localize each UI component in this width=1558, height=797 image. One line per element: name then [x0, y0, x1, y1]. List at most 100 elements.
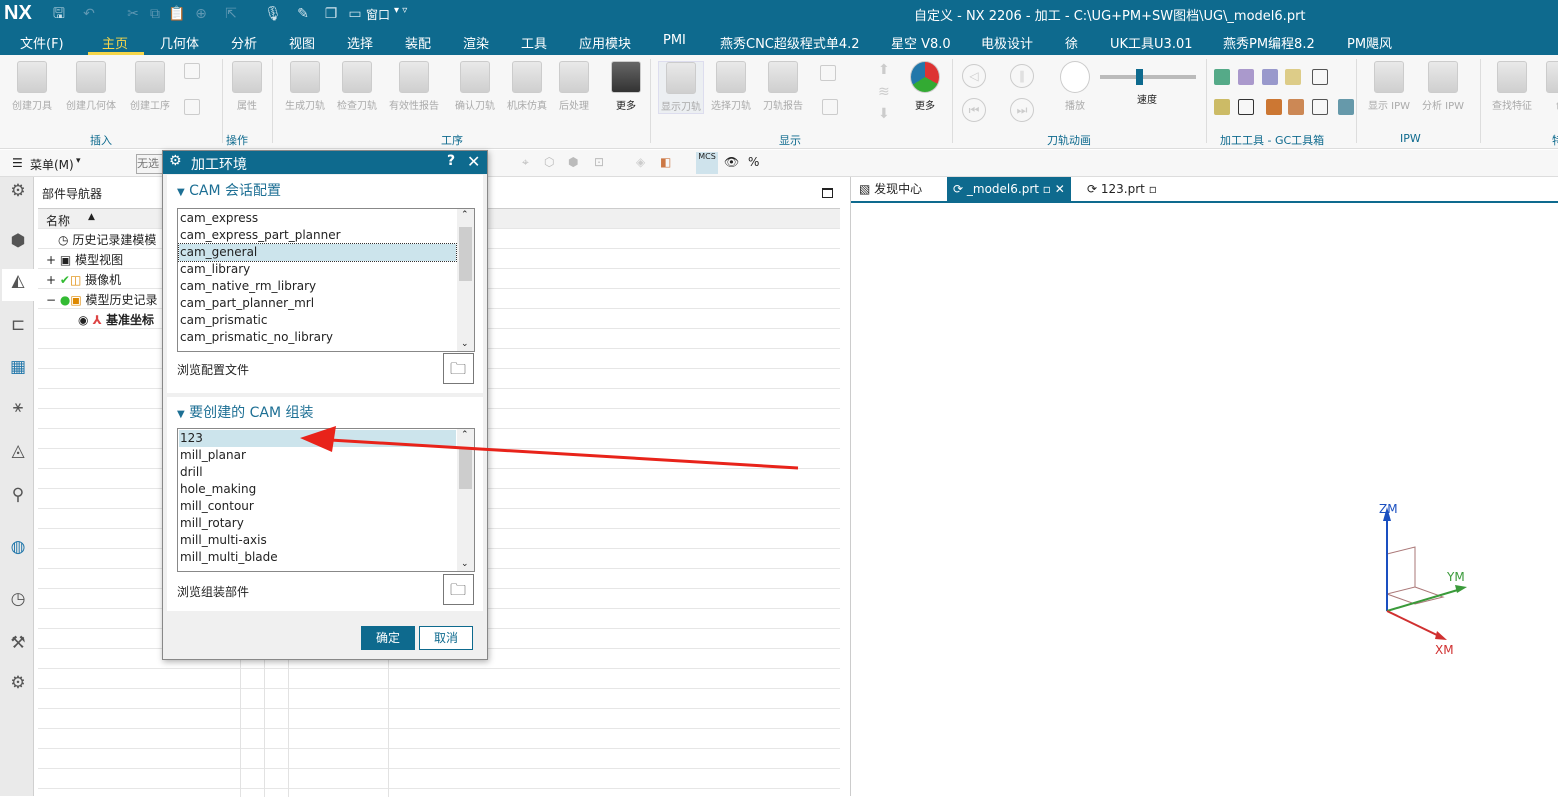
- expand-icon[interactable]: +: [46, 273, 56, 287]
- menu-tools[interactable]: 工具: [521, 33, 547, 52]
- tab-123[interactable]: ⟳ 123.prt ▫: [1081, 177, 1163, 201]
- menu-yanxiu-cnc[interactable]: 燕秀CNC超级程式单4.2: [720, 33, 860, 52]
- cut-icon[interactable]: ✂: [124, 5, 142, 23]
- speed-slider[interactable]: [1100, 69, 1196, 85]
- select-toolpath-button[interactable]: 选择刀轨: [711, 61, 751, 112]
- scrollbar[interactable]: ⌃ ⌄: [457, 429, 474, 571]
- group-display[interactable]: 显示: [779, 132, 801, 148]
- menu-xu[interactable]: 徐: [1065, 33, 1078, 52]
- gc-list-icon[interactable]: [1262, 69, 1278, 85]
- postprocess-button[interactable]: 后处理: [559, 61, 589, 112]
- table-row[interactable]: [38, 749, 840, 769]
- column-name-header[interactable]: 名称: [46, 212, 70, 229]
- menu-xingkong[interactable]: 星空 V8.0: [891, 33, 951, 52]
- list-item[interactable]: mill_multi_blade: [179, 549, 456, 566]
- gc-check-icon[interactable]: [1214, 69, 1230, 85]
- gc-export-icon[interactable]: [1338, 99, 1354, 115]
- menu-select[interactable]: 选择: [347, 33, 373, 52]
- wireframe-cube-icon[interactable]: ◧: [660, 155, 671, 169]
- constraint-navigator-icon[interactable]: ⚹: [6, 395, 30, 419]
- snap-point-icon[interactable]: ⌖: [522, 155, 529, 170]
- menu-assembly[interactable]: 装配: [405, 33, 431, 52]
- tree-item-cameras[interactable]: + ✔◫ 摄像机: [46, 271, 121, 288]
- expand-icon[interactable]: +: [46, 253, 56, 267]
- list-item[interactable]: mill_planar: [179, 447, 456, 464]
- create-feature-button[interactable]: 创: [1546, 61, 1558, 112]
- table-row[interactable]: [38, 689, 840, 709]
- menu-uk-tools[interactable]: UK工具U3.01: [1110, 33, 1193, 52]
- roles-icon[interactable]: ⚙: [6, 671, 30, 695]
- list-item[interactable]: mill_contour: [179, 498, 456, 515]
- reuse-library-icon[interactable]: ▦: [6, 355, 30, 379]
- display-ipw-button[interactable]: 显示 IPW: [1368, 61, 1410, 112]
- menu-home[interactable]: 主页: [102, 33, 128, 52]
- copy-icon[interactable]: ⧉: [146, 5, 164, 23]
- create-geometry-button[interactable]: 创建几何体: [66, 61, 116, 112]
- create-operation-button[interactable]: 创建工序: [130, 61, 170, 112]
- step-back-icon[interactable]: ◁: [962, 64, 986, 88]
- list-item[interactable]: cam_prismatic: [179, 312, 456, 329]
- confirm-toolpath-button[interactable]: 确认刀轨: [455, 61, 495, 112]
- list-item[interactable]: 123: [179, 430, 456, 447]
- list-item[interactable]: cam_express: [179, 210, 456, 227]
- shaded-cube-icon[interactable]: ◈: [636, 155, 645, 169]
- go-to-start-icon[interactable]: ⏮: [962, 98, 986, 122]
- list-item[interactable]: cam_prismatic_no_library: [179, 329, 456, 346]
- list-item[interactable]: cam_express_part_planner: [179, 227, 456, 244]
- menu-applications[interactable]: 应用模块: [579, 33, 631, 52]
- menu-pm-jufeng[interactable]: PM飓风: [1347, 33, 1392, 52]
- list-item[interactable]: mill_rotary: [179, 515, 456, 532]
- part-navigator-tab-icon[interactable]: ⬢: [6, 229, 30, 253]
- section-header[interactable]: ▼ CAM 会话配置: [177, 180, 281, 200]
- mcs-display-icon[interactable]: MCS: [696, 152, 718, 174]
- verify-toolpath-button[interactable]: 检查刀轨: [337, 61, 377, 112]
- history-clock-icon[interactable]: ◷: [6, 587, 30, 611]
- sort-ascending-icon[interactable]: ▲: [88, 212, 95, 222]
- group-toolpath-animation[interactable]: 刀轨动画: [1047, 132, 1091, 148]
- collapse-icon[interactable]: −: [46, 293, 56, 307]
- tool-display-icon[interactable]: [822, 99, 838, 115]
- group-feature[interactable]: 特: [1552, 132, 1558, 148]
- eye-icon[interactable]: ◉: [78, 313, 88, 327]
- gc-report-icon[interactable]: [1214, 99, 1230, 115]
- group-gc-toolbox[interactable]: 加工工具 - GC工具箱: [1220, 132, 1324, 148]
- group-operations[interactable]: 操作: [226, 132, 248, 148]
- display-toolpath-button[interactable]: 显示刀轨: [658, 61, 704, 114]
- machine-simulation-button[interactable]: 机床仿真: [507, 61, 547, 112]
- display-ipw-small-icon[interactable]: [820, 65, 836, 81]
- cancel-button[interactable]: 取消: [419, 626, 473, 650]
- group-insert[interactable]: 插入: [90, 132, 112, 148]
- list-item[interactable]: drill: [179, 464, 456, 481]
- toolpath-report-button[interactable]: 刀轨报告: [763, 61, 803, 112]
- up-down-arrows-icon[interactable]: ⬆ ≋ ⬇: [878, 59, 890, 125]
- touch-mode-icon[interactable]: ⇱: [222, 5, 240, 23]
- window-menu[interactable]: 窗口: [366, 6, 390, 23]
- list-item[interactable]: cam_library: [179, 261, 456, 278]
- table-row[interactable]: [38, 669, 840, 689]
- create-program-icon[interactable]: [184, 63, 200, 79]
- gc-tool-icon[interactable]: [1238, 69, 1254, 85]
- gc-table-icon[interactable]: [1285, 69, 1301, 85]
- speed-slider-thumb[interactable]: [1135, 69, 1143, 85]
- go-to-end-icon[interactable]: ⏭: [1010, 98, 1034, 122]
- menu-pmi[interactable]: PMI: [663, 33, 686, 48]
- gc-probe-icon[interactable]: [1312, 69, 1328, 85]
- ok-button[interactable]: 确定: [361, 626, 415, 650]
- tab-model6[interactable]: ⟳ _model6.prt ▫ ✕: [947, 177, 1071, 201]
- scrollbar-thumb[interactable]: [459, 447, 472, 489]
- group-operation[interactable]: 工序: [441, 132, 463, 148]
- menu-file[interactable]: 文件(F): [20, 33, 64, 52]
- create-tool-button[interactable]: 创建刀具: [12, 61, 52, 112]
- gc-clock-icon[interactable]: [1312, 99, 1328, 115]
- browse-config-button[interactable]: 🗀: [443, 353, 474, 384]
- undo-icon[interactable]: ↶: [80, 5, 98, 23]
- repeat-command-icon[interactable]: ⊕: [192, 5, 210, 23]
- menu-electrode[interactable]: 电极设计: [981, 33, 1033, 52]
- group-ipw[interactable]: IPW: [1400, 132, 1421, 145]
- gc-edit-icon[interactable]: [1288, 99, 1304, 115]
- menu-yanxiu-pm[interactable]: 燕秀PM编程8.2: [1223, 33, 1315, 52]
- close-icon[interactable]: ✕: [467, 152, 480, 171]
- generate-toolpath-button[interactable]: 生成刀轨: [285, 61, 325, 112]
- properties-button[interactable]: 属性: [232, 61, 262, 112]
- tool-library-icon[interactable]: ⚲: [6, 483, 30, 507]
